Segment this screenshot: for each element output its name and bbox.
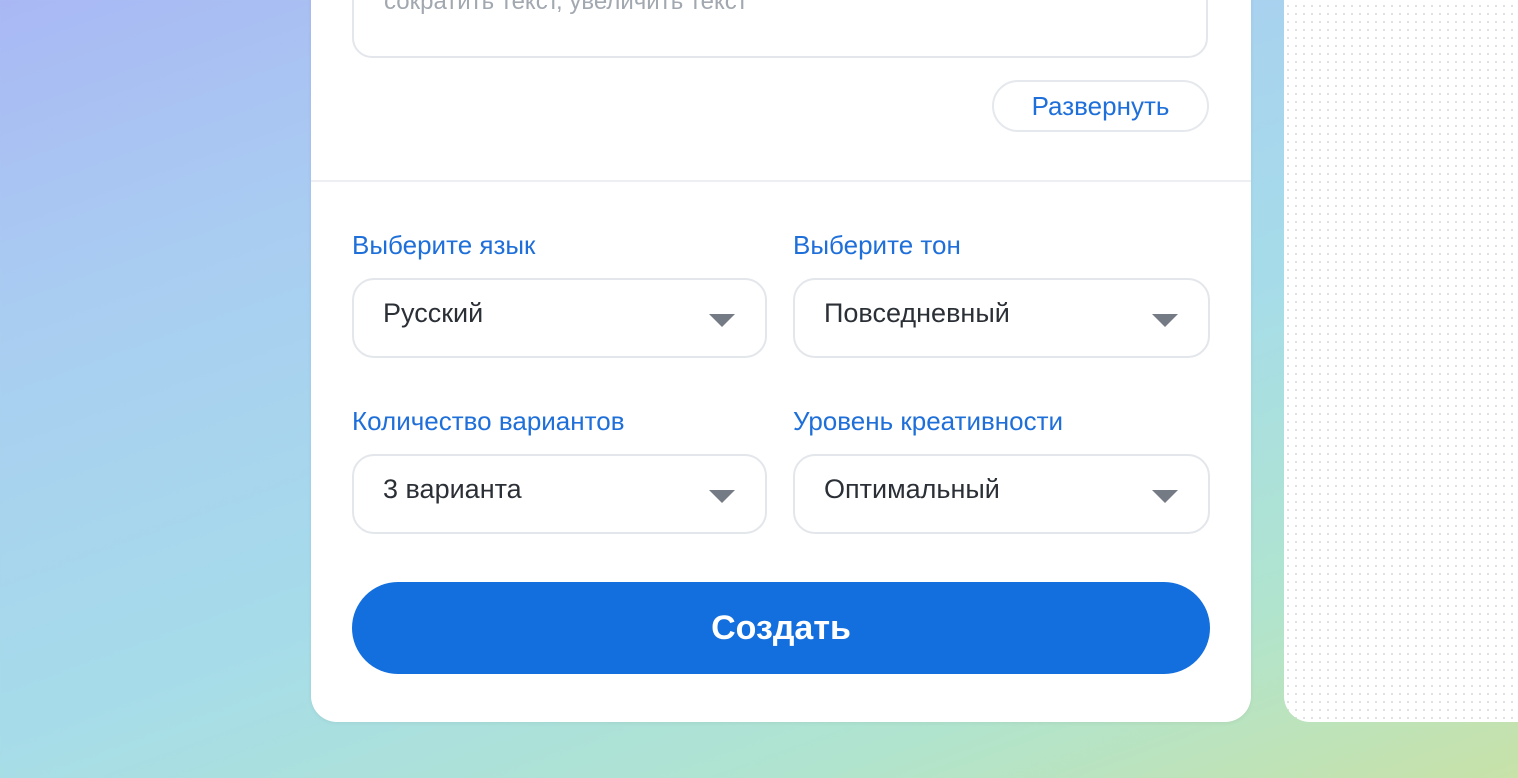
tone-select-value: Повседневный (824, 298, 1010, 328)
tone-label: Выберите тон (793, 230, 961, 260)
chevron-down-icon (709, 314, 735, 327)
variants-select[interactable]: 3 варианта (352, 454, 767, 534)
variants-select-value: 3 варианта (383, 474, 522, 504)
chevron-down-icon (1152, 314, 1178, 327)
generator-form-card: сократить текст, увеличить текст Разверн… (311, 0, 1251, 722)
language-label: Выберите язык (352, 230, 536, 260)
section-divider (311, 180, 1251, 182)
expand-button[interactable]: Развернуть (992, 80, 1209, 132)
creativity-select[interactable]: Оптимальный (793, 454, 1210, 534)
language-select[interactable]: Русский (352, 278, 767, 358)
creativity-label: Уровень креативности (793, 406, 1064, 436)
creativity-select-value: Оптимальный (824, 474, 1000, 504)
tone-select[interactable]: Повседневный (793, 278, 1210, 358)
prompt-textarea[interactable]: сократить текст, увеличить текст (352, 0, 1208, 58)
language-select-value: Русский (383, 298, 484, 328)
chevron-down-icon (1152, 490, 1178, 503)
create-button[interactable]: Создать (352, 582, 1210, 674)
prompt-textarea-placeholder: сократить текст, увеличить текст (384, 0, 748, 15)
result-panel (1284, 0, 1518, 722)
variants-label: Количество вариантов (352, 406, 625, 436)
chevron-down-icon (709, 490, 735, 503)
